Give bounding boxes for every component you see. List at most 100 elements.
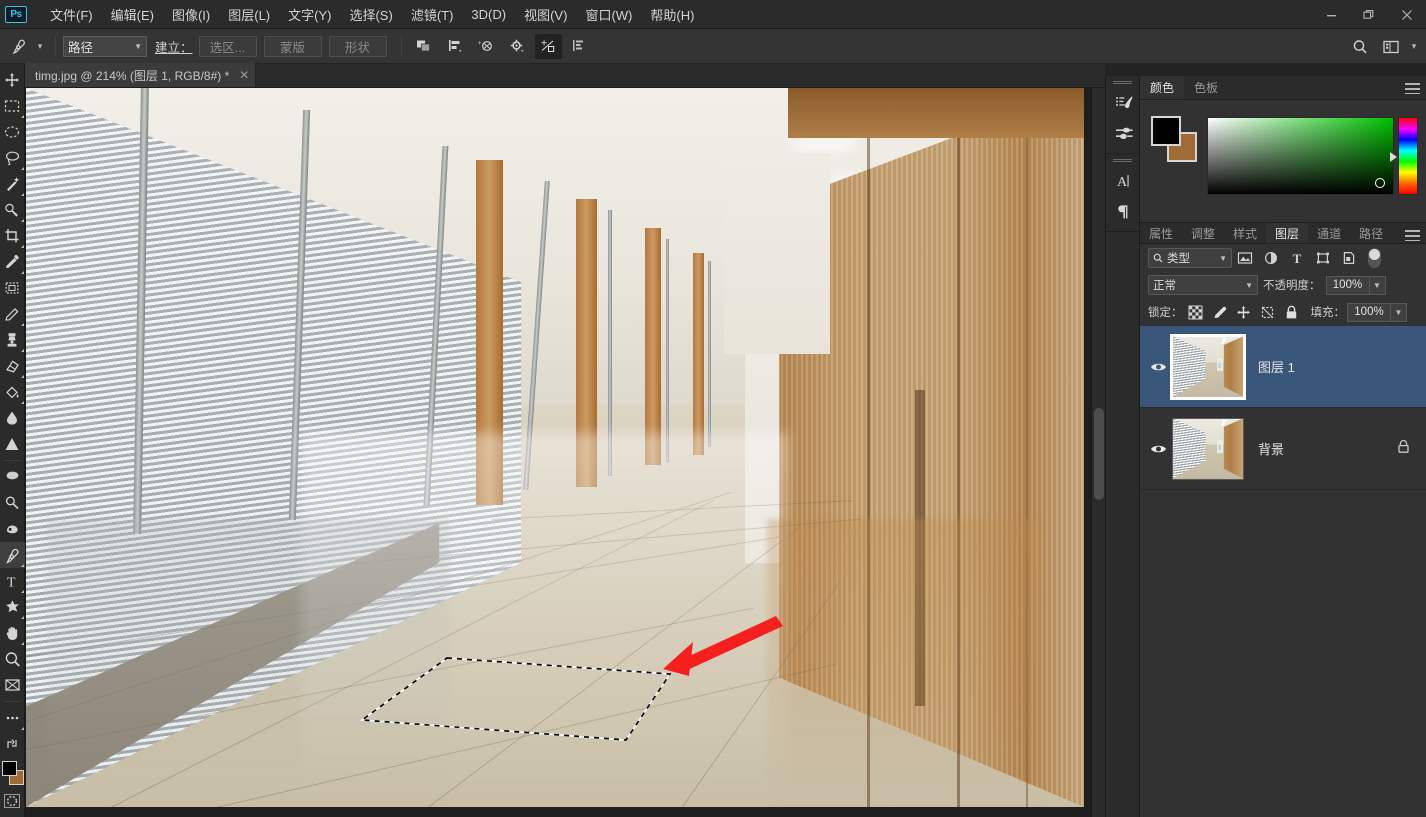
layer-name[interactable]: 图层 1 (1258, 357, 1295, 376)
foreground-color-chip[interactable] (1151, 116, 1181, 146)
layer-name[interactable]: 背景 (1258, 439, 1284, 458)
filter-pixel-icon[interactable] (1232, 247, 1258, 269)
layers-panel-menu-button[interactable] (1405, 223, 1420, 247)
filter-enable-toggle[interactable] (1368, 248, 1381, 268)
filter-adjustment-icon[interactable] (1258, 247, 1284, 269)
lasso-tool[interactable] (0, 145, 25, 171)
path-arrangement-icon[interactable]: + (473, 34, 500, 59)
zoom-tool[interactable] (0, 646, 25, 672)
color-panel-menu-button[interactable] (1405, 76, 1420, 100)
elliptical-marquee-tool[interactable] (0, 119, 25, 145)
make-mask-button[interactable]: 蒙版 (263, 35, 322, 57)
path-selection-tool[interactable] (0, 594, 25, 620)
menu-type[interactable]: 文字(Y) (279, 1, 340, 28)
vertical-scrollbar[interactable] (1091, 88, 1105, 817)
eyedropper-tool[interactable] (0, 249, 25, 275)
hand-tool[interactable] (0, 620, 25, 646)
path-mode-select[interactable]: 路径 ▼ (63, 35, 147, 57)
menu-3d[interactable]: 3D(D) (462, 3, 515, 26)
brush-presets-icon[interactable] (1106, 118, 1141, 149)
pen-tool-icon[interactable] (6, 33, 32, 59)
magic-wand-tool[interactable] (0, 171, 25, 197)
filter-smart-object-icon[interactable] (1336, 247, 1362, 269)
chevron-down-icon[interactable]: ▾ (1406, 35, 1422, 59)
dodge-tool[interactable] (0, 431, 25, 457)
rotate-view-tool[interactable] (0, 672, 25, 698)
menu-image[interactable]: 图像(I) (163, 1, 219, 28)
restore-button[interactable] (1350, 0, 1388, 29)
auto-add-delete-icon[interactable]: + (534, 33, 562, 59)
frame-tool[interactable] (0, 275, 25, 301)
tab-styles[interactable]: 样式 (1224, 223, 1266, 243)
search-icon[interactable] (1346, 34, 1373, 59)
menu-filter[interactable]: 滤镜(T) (402, 1, 463, 28)
lock-image-pixels-icon[interactable] (1209, 301, 1231, 323)
filter-type-icon[interactable]: T (1284, 247, 1310, 269)
tab-color[interactable]: 颜色 (1140, 76, 1185, 99)
canvas-area[interactable] (25, 88, 1105, 817)
quick-mask-icon[interactable] (0, 790, 25, 812)
color-picker-field[interactable] (1207, 117, 1394, 195)
path-operations-icon[interactable] (411, 34, 438, 59)
tab-properties[interactable]: 属性 (1140, 223, 1182, 243)
opacity-chevron-down-icon[interactable]: ▼ (1369, 275, 1386, 295)
lock-artboard-nesting-icon[interactable] (1257, 301, 1279, 323)
pencil-tool[interactable] (0, 301, 25, 327)
pen-tool[interactable] (0, 542, 25, 568)
eraser-tool[interactable] (0, 353, 25, 379)
move-tool[interactable] (0, 67, 25, 93)
panel-drag-grip-2[interactable] (1113, 159, 1132, 163)
crop-tool[interactable] (0, 223, 25, 249)
opacity-value[interactable]: 100% (1325, 275, 1370, 295)
edit-toolbar-tool[interactable] (0, 705, 25, 731)
menu-window[interactable]: 窗口(W) (576, 1, 641, 28)
make-selection-button[interactable]: 选区... (198, 35, 257, 57)
lasso-extra-tool[interactable] (0, 464, 25, 490)
menu-help[interactable]: 帮助(H) (641, 1, 703, 28)
tab-layers[interactable]: 图层 (1266, 223, 1309, 243)
tool-preset-chevron-icon[interactable]: ▾ (32, 34, 48, 58)
lock-transparent-pixels-icon[interactable] (1185, 301, 1207, 323)
layer-thumbnail[interactable] (1170, 333, 1246, 400)
spot-healing-brush-tool[interactable] (0, 197, 25, 223)
blend-mode-select[interactable]: 正常 ▼ (1148, 275, 1258, 295)
lock-all-icon[interactable] (1281, 301, 1303, 323)
table-row[interactable]: 图层 1 (1140, 326, 1426, 408)
fill-chevron-down-icon[interactable]: ▼ (1391, 302, 1407, 322)
blur-tool[interactable] (0, 405, 25, 431)
clone-stamp-tool[interactable] (0, 327, 25, 353)
menu-select[interactable]: 选择(S) (340, 1, 401, 28)
foreground-color-swatch[interactable] (1, 761, 17, 776)
paragraph-panel-icon[interactable] (1106, 196, 1141, 227)
menu-view[interactable]: 视图(V) (515, 1, 576, 28)
lock-position-icon[interactable] (1233, 301, 1255, 323)
menu-edit[interactable]: 编辑(E) (102, 1, 163, 28)
filter-shape-icon[interactable] (1310, 247, 1336, 269)
tab-adjustments[interactable]: 调整 (1182, 223, 1224, 243)
vertical-scrollbar-thumb[interactable] (1094, 408, 1104, 500)
menu-file[interactable]: 文件(F) (41, 1, 102, 28)
horizontal-type-tool[interactable]: T (0, 568, 25, 594)
make-shape-button[interactable]: 形状 (328, 35, 387, 57)
dodge-burn-tool[interactable] (0, 490, 25, 516)
workspace-switcher-icon[interactable] (1377, 34, 1404, 59)
hue-slider[interactable] (1398, 117, 1418, 195)
layer-filter-kind-select[interactable]: 类型 ▼ (1148, 248, 1232, 268)
fill-value[interactable]: 100% (1347, 302, 1391, 322)
extra-options-icon[interactable] (566, 34, 593, 59)
layer-visibility-eye-icon[interactable] (1144, 361, 1172, 373)
paint-bucket-tool[interactable] (0, 379, 25, 405)
character-panel-icon[interactable]: A (1106, 165, 1141, 196)
tab-swatches[interactable]: 色板 (1184, 76, 1228, 99)
close-button[interactable] (1388, 0, 1426, 29)
swap-colors-tool[interactable] (0, 731, 25, 757)
burn-tool[interactable] (0, 516, 25, 542)
tab-paths[interactable]: 路径 (1350, 223, 1392, 243)
rectangular-marquee-tool[interactable] (0, 93, 25, 119)
minimize-button[interactable] (1312, 0, 1350, 29)
layer-thumbnail[interactable] (1172, 417, 1244, 480)
tab-channels[interactable]: 通道 (1308, 223, 1350, 243)
close-icon[interactable]: ✕ (239, 68, 249, 82)
table-row[interactable]: 背景 (1140, 408, 1426, 490)
layer-visibility-eye-icon[interactable] (1144, 443, 1172, 455)
